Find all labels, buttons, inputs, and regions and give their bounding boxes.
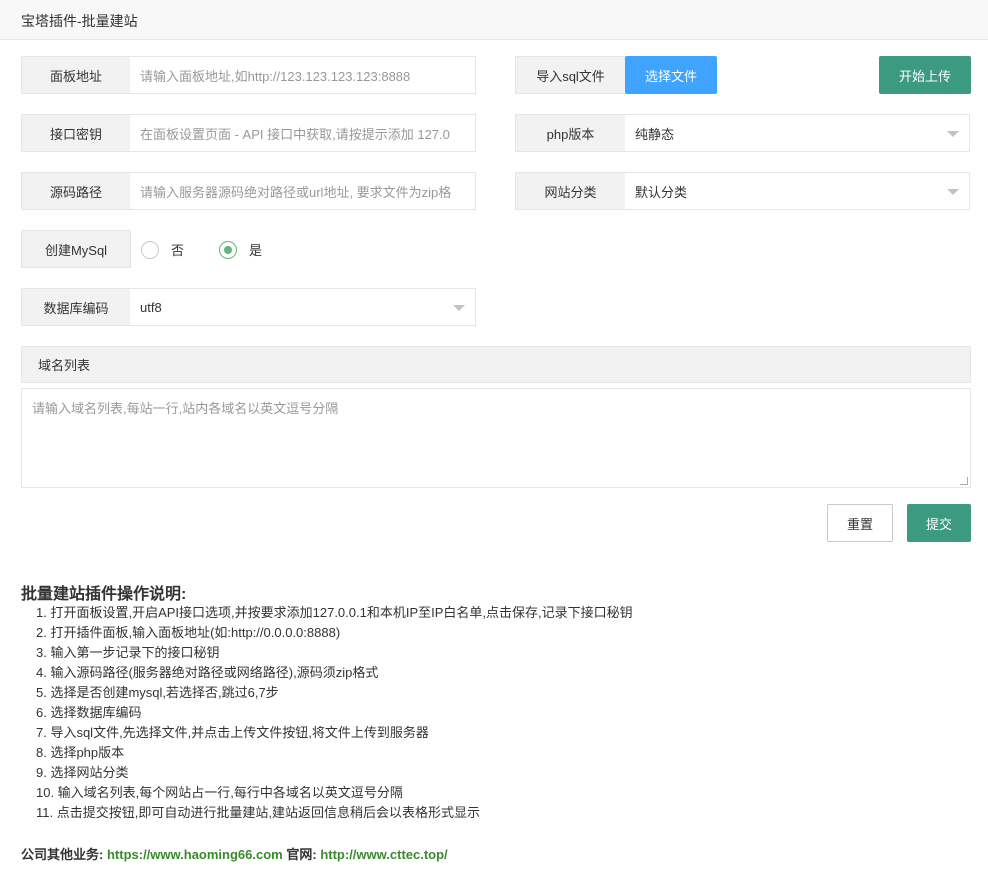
help-item: 3. 输入第一步记录下的接口秘钥 [36, 645, 220, 660]
create-mysql-label: 创建MySql [21, 230, 131, 268]
help-title: 批量建站插件操作说明: [21, 586, 187, 603]
api-key-input[interactable]: 在面板设置页面 - API 接口中获取,请按提示添加 127.0 [130, 114, 476, 152]
chevron-down-icon [453, 305, 465, 311]
domain-list-textarea[interactable]: 请输入域名列表,每站一行,站内各域名以英文逗号分隔 [21, 388, 971, 488]
source-path-input[interactable]: 请输入服务器源码绝对路径或url地址, 要求文件为zip格 [130, 172, 476, 210]
site-category-label: 网站分类 [515, 172, 626, 210]
radio-no-label: 否 [171, 243, 185, 258]
chevron-down-icon [947, 189, 959, 195]
footer-site-label: 官网: [286, 847, 317, 862]
footer: 公司其他业务: https://www.haoming66.com 官网: ht… [21, 844, 448, 863]
radio-yes[interactable]: 是 [219, 240, 262, 259]
php-version-select[interactable]: 纯静态 [625, 114, 970, 152]
help-item: 2. 打开插件面板,输入面板地址(如:http://0.0.0.0:8888) [36, 625, 341, 640]
help-item: 4. 输入源码路径(服务器绝对路径或网络路径),源码须zip格式 [36, 665, 379, 680]
help-item: 7. 导入sql文件,先选择文件,并点击上传文件按钮,将文件上传到服务器 [36, 725, 429, 740]
window-title: 宝塔插件-批量建站 [21, 13, 138, 29]
help-item: 10. 输入域名列表,每个网站占一行,每行中各域名以英文逗号分隔 [36, 785, 403, 800]
site-category-select[interactable]: 默认分类 [625, 172, 970, 210]
title-bar: 宝塔插件-批量建站 [0, 0, 988, 40]
choose-file-button[interactable]: 选择文件 [625, 56, 717, 94]
footer-biz-label: 公司其他业务: [21, 847, 104, 862]
db-charset-value: utf8 [140, 299, 162, 315]
submit-button[interactable]: 提交 [907, 504, 971, 542]
php-version-value: 纯静态 [635, 126, 675, 142]
help-item: 6. 选择数据库编码 [36, 705, 142, 720]
help-item: 1. 打开面板设置,开启API接口选项,并按要求添加127.0.0.1和本机IP… [36, 605, 633, 620]
footer-biz-link[interactable]: https://www.haoming66.com [107, 847, 283, 862]
domain-list-placeholder: 请输入域名列表,每站一行,站内各域名以英文逗号分隔 [32, 401, 339, 416]
radio-yes-label: 是 [249, 243, 263, 258]
source-path-label: 源码路径 [21, 172, 131, 210]
php-version-label: php版本 [515, 114, 626, 152]
panel-address-label: 面板地址 [21, 56, 131, 94]
help-item: 8. 选择php版本 [36, 745, 125, 760]
help-item: 11. 点击提交按钮,即可自动进行批量建站,建站返回信息稍后会以表格形式显示 [36, 805, 480, 820]
site-category-value: 默认分类 [635, 184, 688, 200]
help-list: 1. 打开面板设置,开启API接口选项,并按要求添加127.0.0.1和本机IP… [36, 603, 633, 823]
reset-button[interactable]: 重置 [827, 504, 893, 542]
help-item: 5. 选择是否创建mysql,若选择否,跳过6,7步 [36, 685, 279, 700]
resize-handle-icon[interactable] [960, 477, 968, 485]
help-item: 9. 选择网站分类 [36, 765, 129, 780]
footer-site-link[interactable]: http://www.cttec.top/ [320, 847, 447, 862]
db-charset-label: 数据库编码 [21, 288, 131, 326]
api-key-label: 接口密钥 [21, 114, 131, 152]
radio-no-circle[interactable] [141, 240, 159, 259]
radio-no[interactable]: 否 [141, 240, 184, 259]
domain-list-header: 域名列表 [21, 346, 971, 383]
chevron-down-icon [947, 131, 959, 137]
start-upload-button[interactable]: 开始上传 [879, 56, 971, 94]
radio-yes-circle[interactable] [219, 240, 237, 259]
db-charset-select[interactable]: utf8 [130, 288, 476, 326]
panel-address-input[interactable]: 请输入面板地址,如http://123.123.123.123:8888 [130, 56, 476, 94]
import-sql-label: 导入sql文件 [515, 56, 626, 94]
